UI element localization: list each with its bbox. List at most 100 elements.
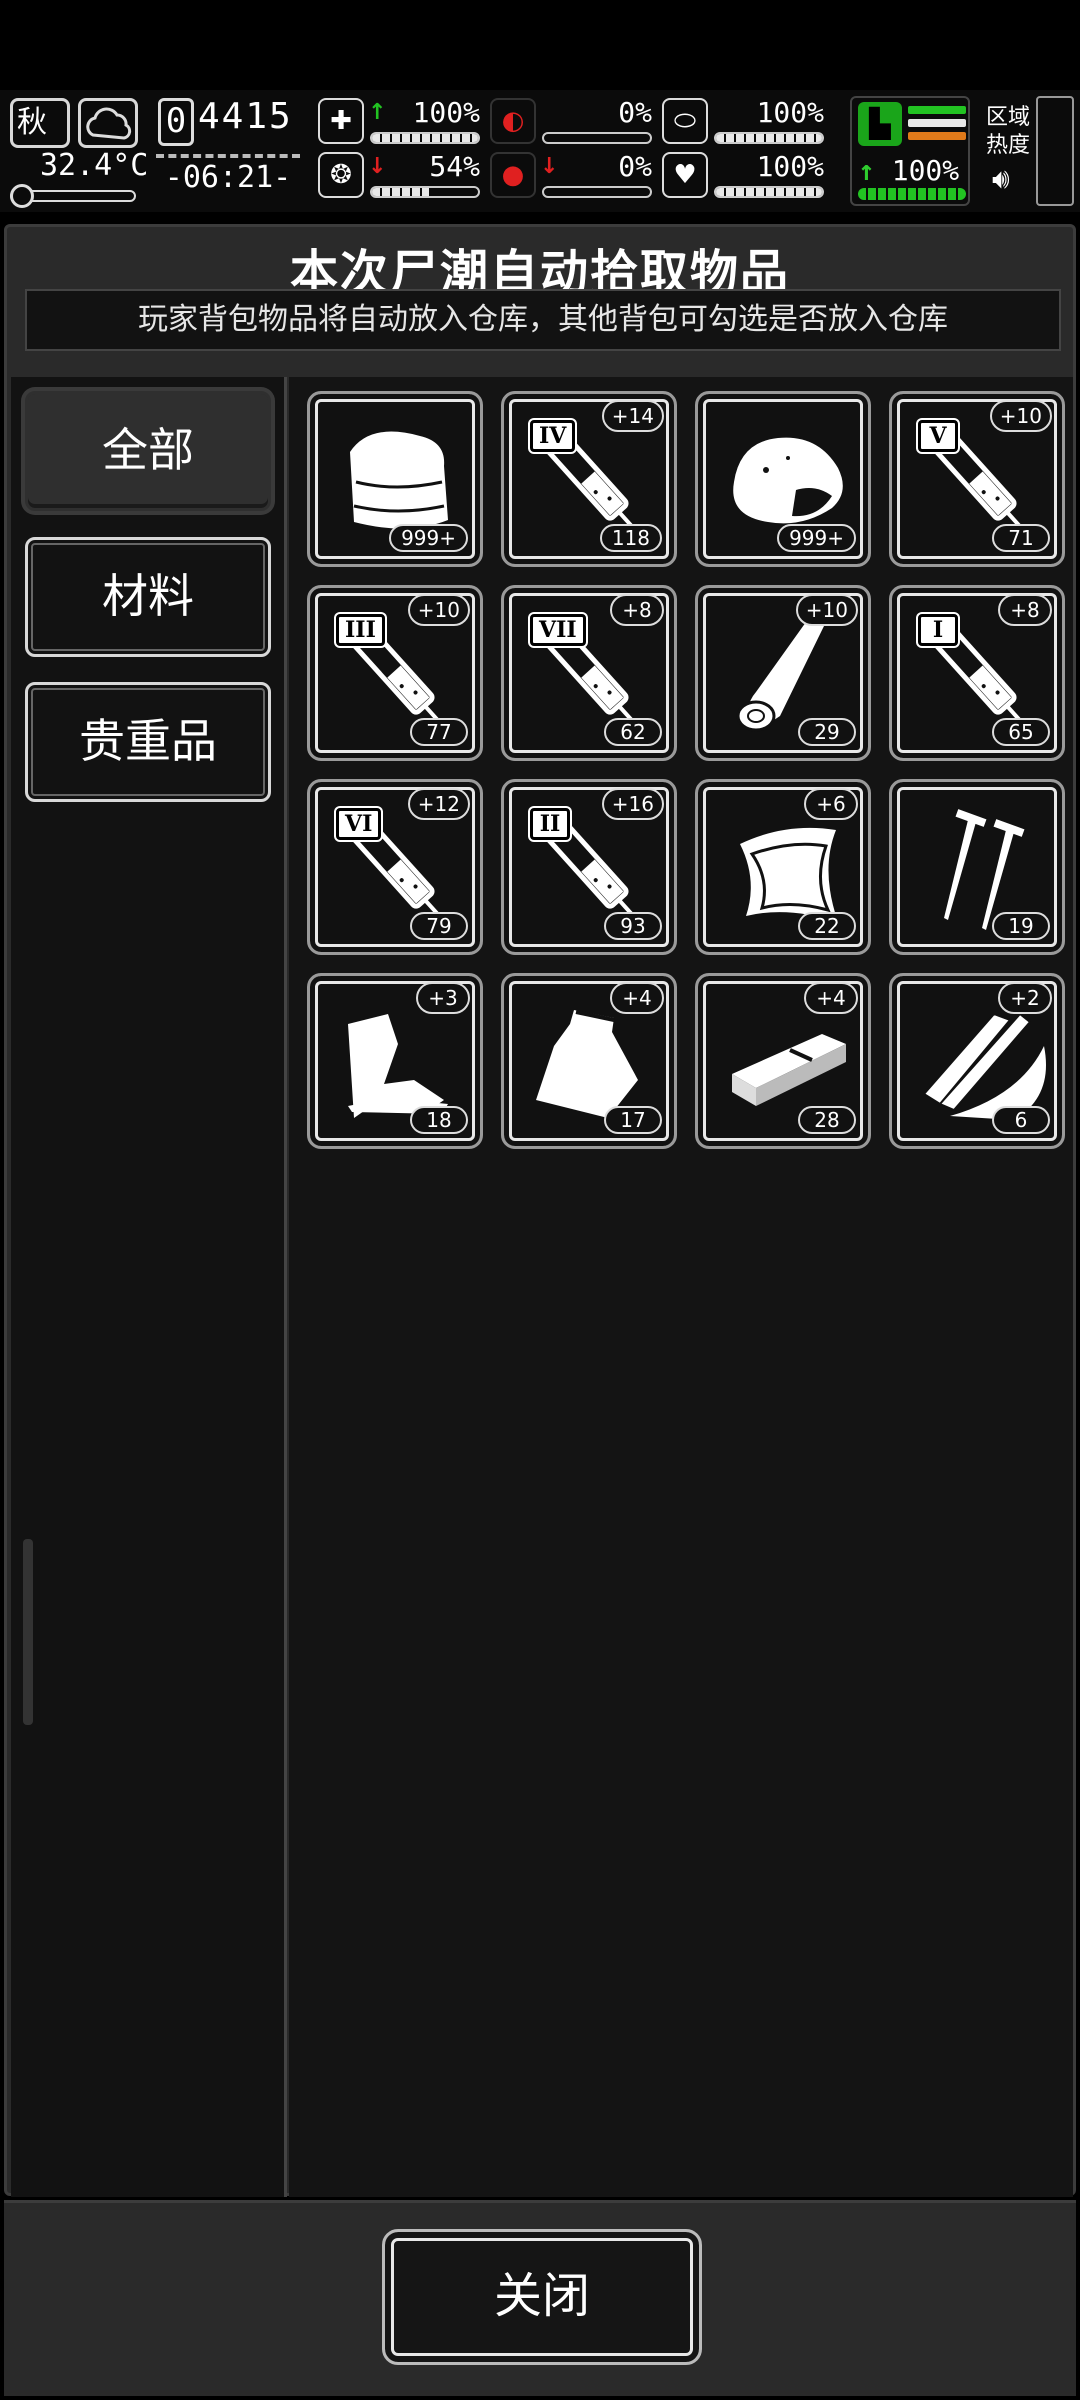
- stat-arrow-icon: ↓: [540, 154, 559, 179]
- season-badge: 秋: [10, 98, 70, 148]
- item-grid-area: 999+ IV +14 118 999+ V +10 71 III +10 77 VII +8 62 +10…: [289, 377, 1073, 2197]
- item-count: 77: [410, 718, 468, 746]
- thermometer-icon: [10, 184, 34, 208]
- bonus-badge: +10: [795, 594, 858, 626]
- stamina-value: ↑ 100%: [858, 154, 959, 187]
- stat-value: 0%: [618, 96, 652, 129]
- bonus-badge: +10: [407, 594, 470, 626]
- zone-label-line1: 区域: [986, 105, 1031, 130]
- stat-bar: [542, 132, 652, 144]
- item-count: 17: [604, 1106, 662, 1134]
- speaker-icon[interactable]: 🔊︎: [992, 162, 1010, 196]
- tier-badge: VII: [530, 614, 586, 646]
- stat-bar: [370, 132, 480, 144]
- stat-value: 100%: [756, 150, 824, 183]
- bonus-badge: +16: [601, 788, 664, 820]
- item-count: 79: [410, 912, 468, 940]
- stat-value: 100%: [756, 96, 824, 129]
- stat-health: ✚ ↑ 100%: [318, 96, 488, 146]
- item-slot[interactable]: +10 29: [695, 585, 871, 761]
- medkit-icon: ✚: [318, 98, 364, 144]
- tier-badge: III: [336, 614, 385, 646]
- stat-hunger: ◐ 0%: [490, 96, 660, 146]
- stat-bar: [714, 132, 824, 144]
- item-count: 118: [599, 524, 662, 552]
- item-slot[interactable]: +3 18: [307, 973, 483, 1149]
- item-count: 999+: [777, 524, 856, 552]
- item-count: 29: [798, 718, 856, 746]
- brain-icon: ❂: [318, 152, 364, 198]
- stat-arrow-icon: ↓: [368, 154, 387, 179]
- item-slot[interactable]: II +16 93: [501, 779, 677, 955]
- tab-materials[interactable]: 材料: [25, 537, 271, 657]
- bonus-badge: +12: [407, 788, 470, 820]
- close-button[interactable]: 关闭: [382, 2229, 702, 2365]
- item-grid: 999+ IV +14 118 999+ V +10 71 III +10 77 VII +8 62 +10…: [307, 391, 1065, 1149]
- item-slot[interactable]: III +10 77: [307, 585, 483, 761]
- loot-panel: 本次尸潮自动拾取物品 玩家背包物品将自动放入仓库，其他背包可勾选是否放入仓库 全…: [4, 224, 1076, 2197]
- item-slot[interactable]: +4 28: [695, 973, 871, 1149]
- item-slot[interactable]: VI +12 79: [307, 779, 483, 955]
- temperature-bar: [10, 184, 136, 208]
- tier-badge: V: [918, 420, 958, 452]
- status-hud: 秋 32.4°C 0 4415 -06:21- ✚ ↑ 100% ◐ 0% ⬭ 100% ❂ ↓…: [0, 90, 1080, 212]
- footer-bar: 关闭: [4, 2200, 1076, 2396]
- item-slot[interactable]: +6 22: [695, 779, 871, 955]
- item-count: 6: [992, 1106, 1050, 1134]
- tier-badge: IV: [530, 420, 576, 452]
- item-slot[interactable]: IV +14 118: [501, 391, 677, 567]
- bonus-badge: +8: [998, 594, 1052, 626]
- temperature-readout: 32.4°C: [40, 148, 149, 183]
- item-slot[interactable]: 19: [889, 779, 1065, 955]
- item-slot[interactable]: VII +8 62: [501, 585, 677, 761]
- panel-subtitle: 玩家背包物品将自动放入仓库，其他背包可勾选是否放入仓库: [25, 289, 1061, 351]
- tab-valuables[interactable]: 贵重品: [25, 682, 271, 802]
- item-count: 28: [798, 1106, 856, 1134]
- item-count: 999+: [389, 524, 468, 552]
- zone-label-line2: 热度: [986, 133, 1031, 158]
- bonus-badge: +10: [989, 400, 1052, 432]
- tab-all[interactable]: 全部: [25, 391, 271, 511]
- stat-bar: [542, 186, 652, 198]
- stat-bar: [370, 186, 480, 198]
- bonus-badge: +3: [416, 982, 470, 1014]
- item-count: 93: [604, 912, 662, 940]
- stat-value: 0%: [618, 150, 652, 183]
- blood-drop-icon: ●: [490, 152, 536, 198]
- stat-bar: [714, 186, 824, 198]
- zone-heat-meter: [1036, 96, 1074, 206]
- item-count: 71: [992, 524, 1050, 552]
- game-clock: -06:21-: [156, 154, 300, 198]
- stat-value: 54%: [429, 150, 480, 183]
- stamina-bar: [858, 188, 966, 200]
- stamina-stripes: [908, 106, 966, 144]
- item-count: 19: [992, 912, 1050, 940]
- weather-cloud-icon: [78, 98, 138, 148]
- stat-thirst: ● ↓ 0%: [490, 150, 660, 200]
- stamina-panel: ▙ ↑ 100%: [850, 96, 970, 206]
- item-slot[interactable]: +4 17: [501, 973, 677, 1149]
- bonus-badge: +14: [601, 400, 664, 432]
- day-counter-box: 0: [158, 98, 194, 146]
- stomach-icon: ◐: [490, 98, 536, 144]
- item-count: 62: [604, 718, 662, 746]
- bonus-badge: +4: [804, 982, 858, 1014]
- item-slot[interactable]: 999+: [695, 391, 871, 567]
- item-slot[interactable]: 999+: [307, 391, 483, 567]
- bonus-badge: +8: [610, 594, 664, 626]
- stat-value: 100%: [412, 96, 480, 129]
- stat-heart: ♥ 100%: [662, 150, 832, 200]
- tier-badge: I: [918, 614, 958, 646]
- bonus-badge: +6: [804, 788, 858, 820]
- stat-sanity: ❂ ↓ 54%: [318, 150, 488, 200]
- tier-badge: VI: [336, 808, 382, 840]
- item-slot[interactable]: I +8 65: [889, 585, 1065, 761]
- bonus-badge: +2: [998, 982, 1052, 1014]
- bonus-badge: +4: [610, 982, 664, 1014]
- item-count: 18: [410, 1106, 468, 1134]
- item-slot[interactable]: +2 6: [889, 973, 1065, 1149]
- season-label: 秋: [17, 105, 47, 140]
- day-counter: 4415: [198, 96, 293, 137]
- sidebar-scrollbar[interactable]: [23, 1539, 33, 1725]
- item-slot[interactable]: V +10 71: [889, 391, 1065, 567]
